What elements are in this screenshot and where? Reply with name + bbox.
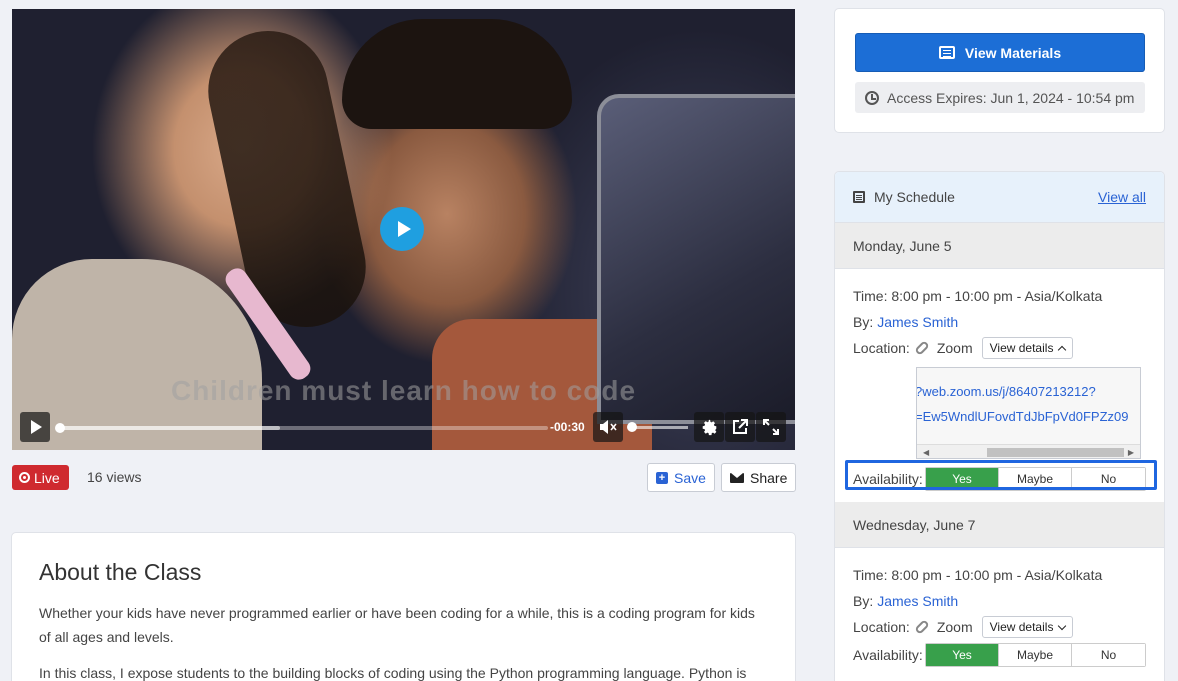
list-icon: [938, 46, 955, 59]
plus-icon: +: [656, 471, 668, 484]
zoom-link-line-2[interactable]: =Ew5WndlUFovdTdJbFpVd0FPZz09: [917, 409, 1129, 424]
location-label: Location:: [853, 619, 910, 635]
volume-knob[interactable]: [627, 422, 637, 432]
zoom-link-line-1[interactable]: ?web.zoom.us/j/86407213212?: [917, 384, 1096, 399]
view-details-button[interactable]: View details: [981, 616, 1074, 638]
availability-maybe[interactable]: Maybe: [999, 644, 1072, 666]
save-button[interactable]: + Save: [647, 463, 715, 492]
horizontal-scrollbar[interactable]: ◀ ▶: [917, 444, 1140, 458]
scrollbar-thumb[interactable]: [987, 448, 1124, 457]
video-frame-hair-2: [342, 19, 572, 129]
big-play-button[interactable]: [380, 207, 424, 251]
availability-selector: Yes Maybe No: [925, 467, 1146, 491]
instructor-row: By: James Smith: [853, 309, 1146, 335]
availability-yes[interactable]: Yes: [926, 644, 999, 666]
mute-button[interactable]: [593, 412, 623, 442]
chevron-down-icon: [1058, 621, 1067, 630]
location-value: Zoom: [936, 340, 973, 356]
chevron-up-icon: [1058, 345, 1067, 354]
live-dot-icon: [19, 472, 30, 483]
about-paragraph-2: In this class, I expose students to the …: [39, 665, 747, 681]
by-label: By:: [853, 314, 874, 330]
external-link-icon: [733, 419, 748, 434]
live-badge: Live: [12, 465, 69, 490]
muted-speaker-icon: [600, 420, 617, 434]
access-expires: Access Expires: Jun 1, 2024 - 10:54 pm: [855, 82, 1145, 113]
schedule-card: My Schedule View all Monday, June 5 Time…: [834, 171, 1165, 681]
share-button[interactable]: Share: [721, 463, 797, 492]
availability-label: Availability:: [853, 647, 923, 663]
progress-buffer: [60, 426, 280, 430]
about-title: About the Class: [39, 559, 202, 585]
view-details-button[interactable]: View details: [981, 337, 1074, 359]
view-all-link[interactable]: View all: [1098, 189, 1146, 205]
materials-card: View Materials Access Expires: Jun 1, 20…: [834, 8, 1165, 133]
fullscreen-button[interactable]: [756, 412, 786, 442]
fullscreen-icon: [763, 419, 779, 435]
day-details: Time: 8:00 pm - 10:00 pm - Asia/Kolkata …: [835, 548, 1164, 670]
progress-knob[interactable]: [55, 423, 65, 433]
instructor-row: By: James Smith: [853, 588, 1146, 614]
location-row: Location: Zoom View details: [853, 614, 1146, 640]
calendar-icon: [853, 191, 865, 203]
play-button[interactable]: [20, 412, 50, 442]
availability-no[interactable]: No: [1072, 468, 1145, 490]
scroll-right-icon[interactable]: ▶: [1128, 448, 1134, 457]
about-card: About the Class Whether your kids have n…: [11, 532, 796, 681]
location-value: Zoom: [936, 619, 973, 635]
availability-selector: Yes Maybe No: [925, 643, 1146, 667]
save-label: Save: [674, 469, 706, 486]
popout-button[interactable]: [725, 412, 755, 442]
availability-maybe[interactable]: Maybe: [999, 468, 1072, 490]
progress-bar[interactable]: [55, 423, 548, 433]
live-label: Live: [34, 469, 60, 486]
zoom-link-box[interactable]: ?web.zoom.us/j/86407213212? =Ew5WndlUFov…: [916, 367, 1141, 459]
view-details-label: View details: [989, 620, 1054, 634]
view-count: 16 views: [87, 469, 142, 485]
availability-no[interactable]: No: [1072, 644, 1145, 666]
view-materials-label: View Materials: [964, 44, 1062, 61]
video-player[interactable]: Children must learn how to code -00:30: [12, 9, 795, 450]
envelope-icon: [730, 472, 744, 483]
scroll-left-icon[interactable]: ◀: [923, 448, 929, 457]
view-details-label: View details: [989, 341, 1054, 355]
time-remaining: -00:30: [550, 420, 585, 434]
view-materials-button[interactable]: View Materials: [855, 33, 1145, 72]
play-icon: [397, 221, 411, 237]
schedule-title: My Schedule: [874, 189, 955, 205]
time-row: Time: 8:00 pm - 10:00 pm - Asia/Kolkata: [853, 288, 1103, 304]
share-label: Share: [750, 469, 788, 486]
time-row: Time: 8:00 pm - 10:00 pm - Asia/Kolkata: [853, 567, 1103, 583]
schedule-header: My Schedule View all: [835, 172, 1164, 223]
availability-yes[interactable]: Yes: [926, 468, 999, 490]
availability-row: Availability: Yes Maybe No: [853, 640, 1146, 670]
location-row: Location: Zoom View details: [853, 335, 1146, 361]
link-icon: [914, 340, 930, 356]
play-icon: [31, 420, 42, 434]
by-label: By:: [853, 593, 874, 609]
video-caption: Children must learn how to code: [170, 375, 637, 406]
volume-slider[interactable]: [627, 422, 688, 432]
instructor-link[interactable]: James Smith: [877, 593, 958, 609]
day-header: Wednesday, June 7: [835, 502, 1164, 548]
day-header: Monday, June 5: [835, 223, 1164, 269]
availability-label: Availability:: [853, 471, 923, 487]
link-icon: [914, 619, 930, 635]
about-paragraph-1: Whether your kids have never programmed …: [39, 605, 755, 645]
location-label: Location:: [853, 340, 910, 356]
settings-button[interactable]: [694, 412, 724, 442]
gear-icon: [702, 419, 716, 435]
access-expires-text: Access Expires: Jun 1, 2024 - 10:54 pm: [887, 89, 1135, 106]
clock-icon: [865, 90, 879, 105]
video-controls: -00:30: [12, 410, 795, 450]
day-details: Time: 8:00 pm - 10:00 pm - Asia/Kolkata …: [835, 269, 1164, 502]
instructor-link[interactable]: James Smith: [877, 314, 958, 330]
availability-row: Availability: Yes Maybe No: [853, 464, 1146, 494]
